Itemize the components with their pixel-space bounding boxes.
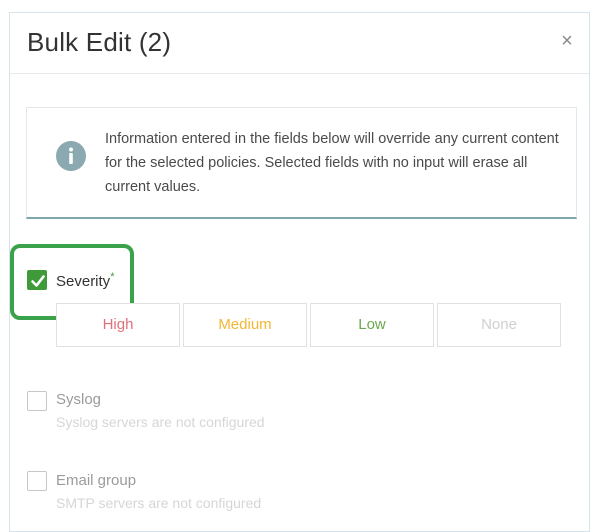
dialog-title: Bulk Edit (2) <box>27 27 172 57</box>
bulk-edit-dialog: Bulk Edit (2) × Information entered in t… <box>9 12 590 532</box>
severity-medium-button[interactable]: Medium <box>183 303 307 347</box>
info-text: Information entered in the fields below … <box>105 131 559 195</box>
dialog-header: Bulk Edit (2) × <box>10 13 589 74</box>
email-group-checkbox[interactable] <box>27 471 47 491</box>
email-group-note: SMTP servers are not configured <box>56 495 262 511</box>
syslog-checkbox[interactable] <box>27 391 47 411</box>
severity-high-button[interactable]: High <box>56 303 180 347</box>
info-notice: Information entered in the fields below … <box>26 107 577 219</box>
required-mark: * <box>110 271 115 283</box>
severity-none-button[interactable]: None <box>437 303 561 347</box>
severity-checkbox[interactable] <box>27 270 47 290</box>
severity-low-button[interactable]: Low <box>310 303 434 347</box>
close-icon[interactable]: × <box>557 29 577 53</box>
email-group-label: Email group <box>56 472 137 489</box>
severity-label: Severity* <box>56 271 114 290</box>
syslog-label: Syslog <box>56 391 102 408</box>
syslog-note: Syslog servers are not configured <box>56 414 265 430</box>
checkmark-icon <box>31 275 45 287</box>
severity-label-text: Severity <box>56 273 111 290</box>
info-icon <box>56 141 86 171</box>
